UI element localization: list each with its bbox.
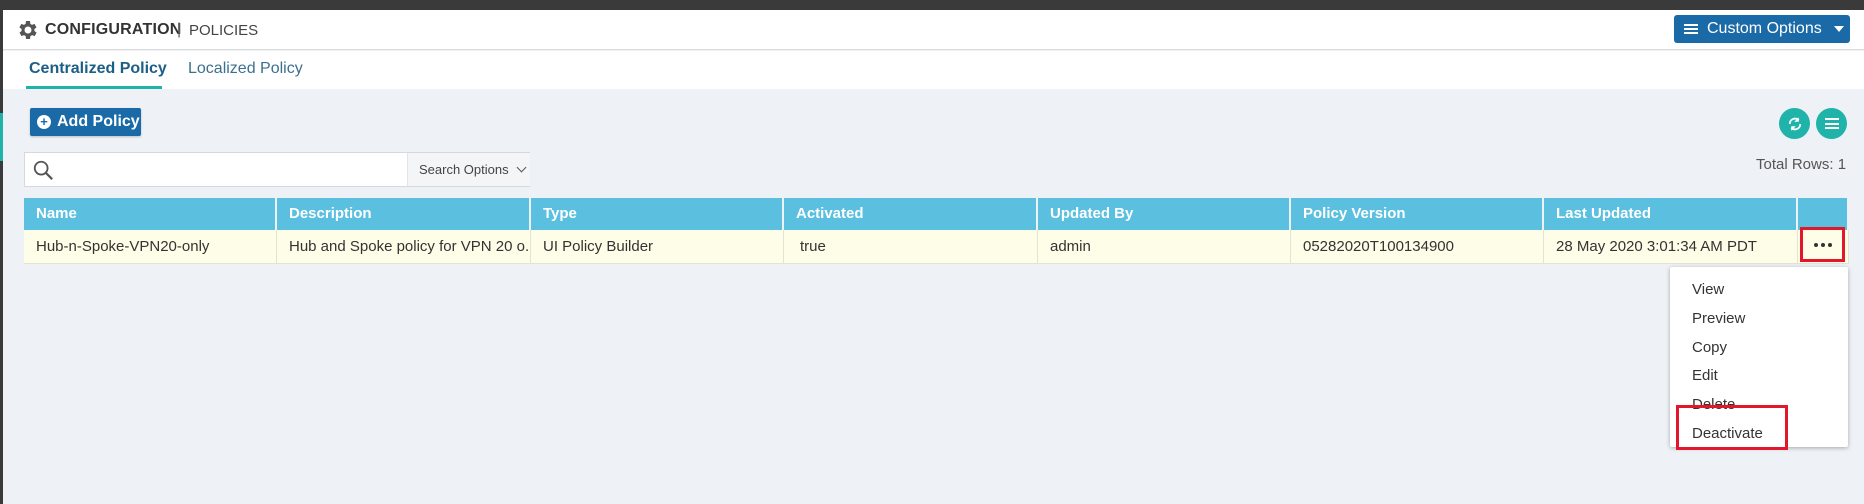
tab-bar: Centralized Policy Localized Policy [3, 51, 1864, 89]
cell-type: UI Policy Builder [531, 230, 784, 264]
column-header-updated-by[interactable]: Updated By [1038, 198, 1291, 230]
cell-updated-by: admin [1038, 230, 1291, 264]
cell-description: Hub and Spoke policy for VPN 20 o... [277, 230, 531, 264]
tab-localized-policy[interactable]: Localized Policy [188, 60, 303, 78]
cell-name: Hub-n-Spoke-VPN20-only [24, 230, 277, 264]
hamburger-menu-icon [1824, 118, 1839, 129]
menu-item-copy[interactable]: Copy [1692, 339, 1727, 356]
cell-activated: true [784, 230, 1038, 264]
left-nav-active-indicator [0, 113, 3, 161]
table-header-row: Name Description Type Activated Updated … [24, 198, 1849, 230]
column-header-activated[interactable]: Activated [784, 198, 1038, 230]
deactivate-annotation-box [1676, 405, 1788, 450]
search-bar: Search Options [24, 152, 530, 187]
page-subtitle: POLICIES [189, 22, 259, 39]
row-actions-button[interactable] [1800, 227, 1845, 262]
more-horizontal-icon [1827, 242, 1832, 247]
column-header-name[interactable]: Name [24, 198, 277, 230]
list-icon [1684, 24, 1698, 34]
menu-item-preview[interactable]: Preview [1692, 310, 1745, 327]
chevron-down-icon [516, 162, 527, 173]
table-settings-button[interactable] [1816, 108, 1847, 139]
search-options-dropdown[interactable]: Search Options [407, 153, 530, 186]
breadcrumb-separator: | [177, 21, 182, 38]
menu-item-edit[interactable]: Edit [1692, 367, 1718, 384]
search-icon [33, 160, 53, 180]
column-header-description[interactable]: Description [277, 198, 531, 230]
top-window-strip [0, 0, 1864, 10]
page-title: CONFIGURATION [45, 21, 182, 38]
more-horizontal-icon [1813, 242, 1818, 247]
plus-circle-icon: + [37, 115, 51, 129]
tab-centralized-policy[interactable]: Centralized Policy [29, 60, 167, 78]
column-header-policy-version[interactable]: Policy Version [1291, 198, 1544, 230]
more-horizontal-icon [1820, 242, 1825, 247]
column-header-type[interactable]: Type [531, 198, 784, 230]
add-policy-label: Add Policy [57, 113, 140, 130]
caret-down-icon [1833, 26, 1844, 32]
gear-icon [19, 21, 37, 39]
cell-policy-version: 05282020T100134900 [1291, 230, 1544, 264]
custom-options-label: Custom Options [1707, 20, 1822, 37]
cell-last-updated: 28 May 2020 3:01:34 AM PDT [1544, 230, 1798, 264]
refresh-button[interactable] [1779, 108, 1810, 139]
column-header-last-updated[interactable]: Last Updated [1544, 198, 1798, 230]
add-policy-button[interactable]: + Add Policy [30, 108, 141, 136]
custom-options-button[interactable]: Custom Options [1674, 15, 1850, 43]
search-options-label: Search Options [419, 162, 509, 177]
table-row[interactable]: Hub-n-Spoke-VPN20-only Hub and Spoke pol… [24, 230, 1849, 264]
search-input[interactable] [61, 155, 427, 184]
policy-table: Name Description Type Activated Updated … [24, 198, 1849, 264]
active-tab-indicator [26, 86, 162, 89]
column-header-actions [1798, 198, 1849, 230]
total-rows-count: Total Rows: 1 [1756, 156, 1847, 173]
refresh-icon [1788, 116, 1801, 131]
page-header: CONFIGURATION | POLICIES Custom Options [3, 10, 1864, 50]
menu-item-view[interactable]: View [1692, 281, 1724, 298]
